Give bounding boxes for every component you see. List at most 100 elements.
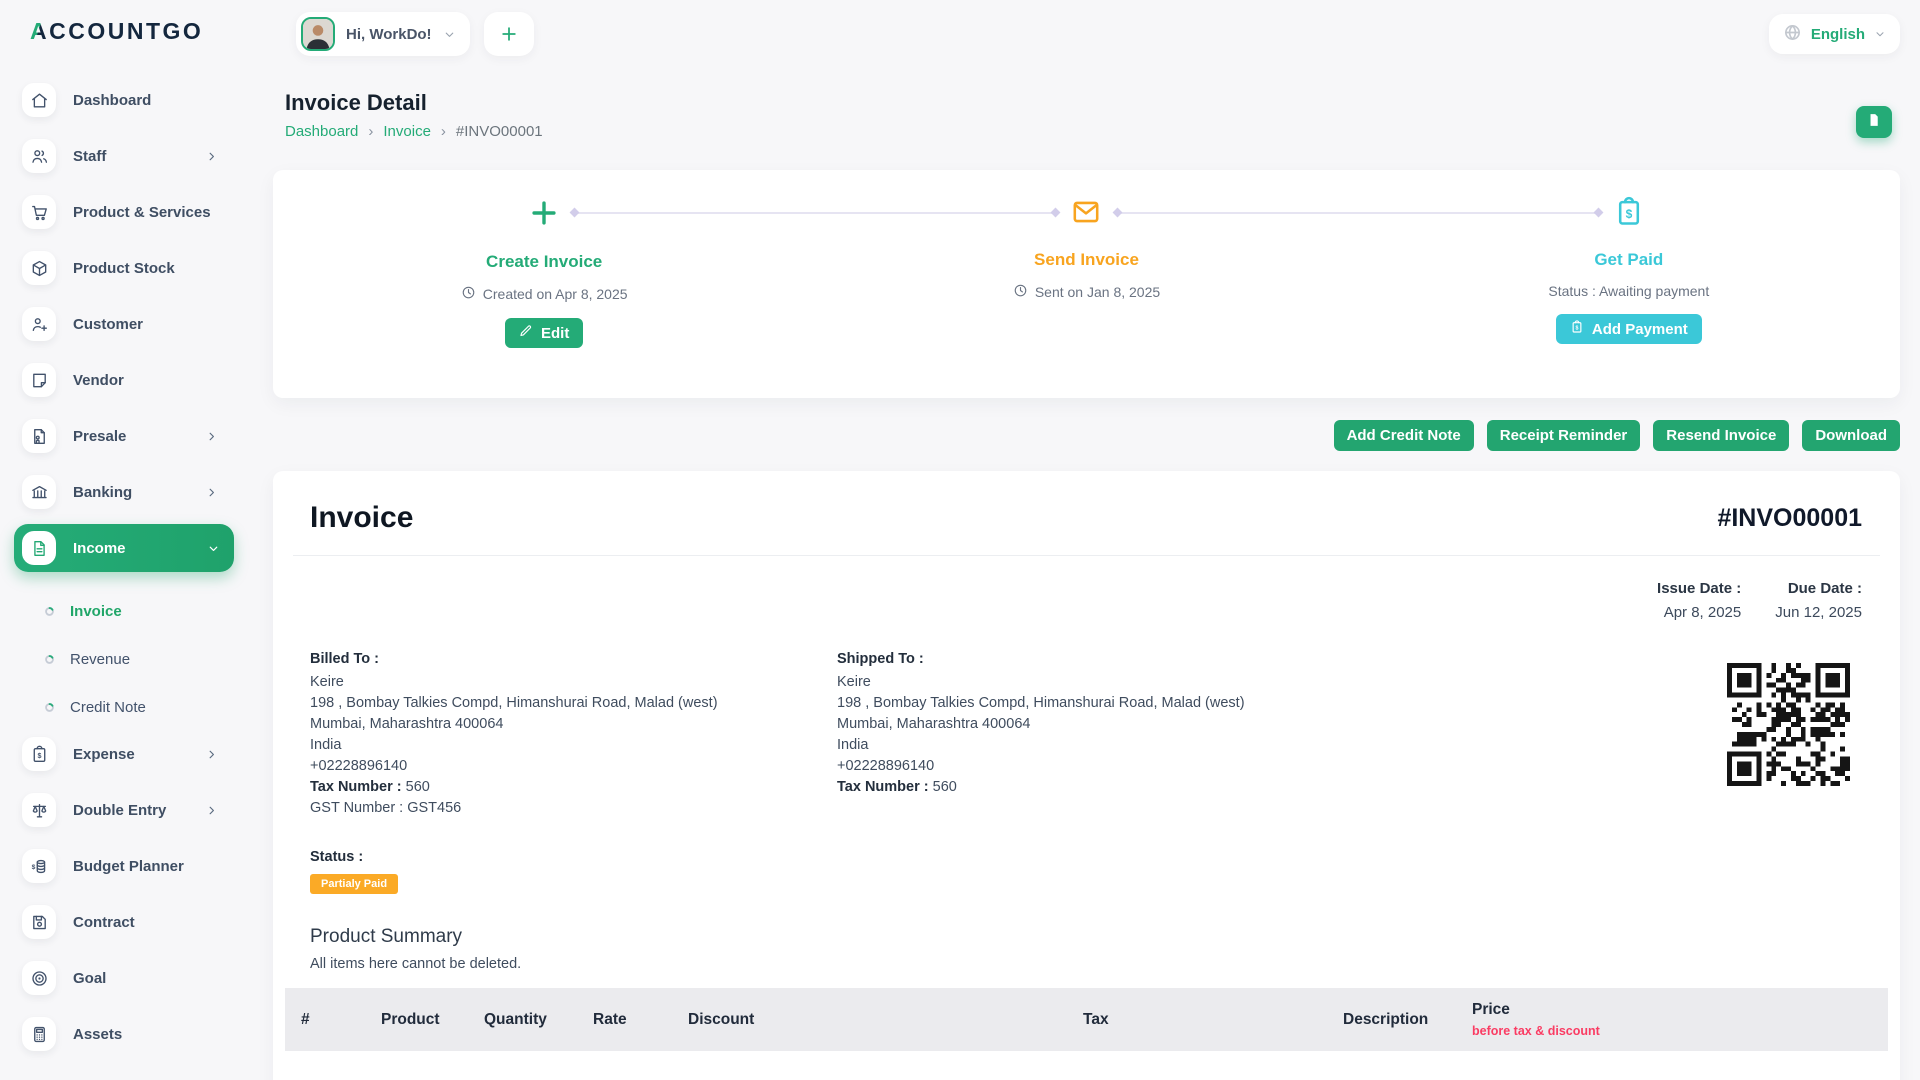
party-extra: GST Number : GST456 bbox=[310, 798, 837, 819]
sidebar-item-contract[interactable]: Contract bbox=[22, 905, 240, 939]
svg-text:$: $ bbox=[1625, 207, 1632, 221]
stepper-connector bbox=[1118, 212, 1598, 214]
sidebar-item-label: Income bbox=[73, 540, 126, 557]
step-meta: Sent on Jan 8, 2025 bbox=[1013, 283, 1160, 301]
column-header-product: Product bbox=[365, 988, 468, 1051]
breadcrumb-link-dashboard[interactable]: Dashboard bbox=[285, 123, 358, 140]
sidebar-item-dashboard[interactable]: Dashboard bbox=[22, 83, 240, 117]
column-header-discount: Discount bbox=[672, 988, 1067, 1051]
breadcrumb-current: #INVO00001 bbox=[456, 123, 543, 140]
sidebar-item-product-services[interactable]: Product & Services bbox=[22, 195, 240, 229]
chevron-right-icon bbox=[205, 804, 218, 817]
party-label: Shipped To : bbox=[837, 651, 1364, 667]
users-icon bbox=[22, 139, 56, 173]
sidebar-subitem-invoice[interactable]: Invoice bbox=[22, 587, 240, 635]
sidebar-subitem-credit-note[interactable]: Credit Note bbox=[22, 683, 240, 731]
issue-date-value: Apr 8, 2025 bbox=[1657, 604, 1741, 621]
mail-icon bbox=[1070, 196, 1102, 228]
user-menu[interactable]: Hi, WorkDo! bbox=[296, 12, 470, 56]
sidebar-item-presale[interactable]: Presale bbox=[22, 419, 240, 453]
chevron-down-icon bbox=[207, 542, 220, 555]
party-line: 198 , Bombay Talkies Compd, Himanshurai … bbox=[310, 693, 837, 714]
column-header-price: Pricebefore tax & discount bbox=[1456, 988, 1888, 1051]
bank-icon bbox=[22, 475, 56, 509]
sidebar-item-staff[interactable]: Staff bbox=[22, 139, 240, 173]
step-title: Get Paid bbox=[1594, 250, 1663, 270]
step-meta-text: Created on Apr 8, 2025 bbox=[483, 286, 628, 302]
sidebar-item-product-stock[interactable]: Product Stock bbox=[22, 251, 240, 285]
party-extra: Tax Number : 560 bbox=[310, 777, 837, 798]
sidebar-item-customer[interactable]: Customer bbox=[22, 307, 240, 341]
party-line: India bbox=[310, 735, 837, 756]
step-send-invoice: Send InvoiceSent on Jan 8, 2025 bbox=[815, 170, 1357, 398]
button-label: Add Payment bbox=[1592, 321, 1688, 338]
scales-icon bbox=[22, 793, 56, 827]
column-header-quantity: Quantity bbox=[468, 988, 577, 1051]
cell-rate: $150.00 bbox=[577, 1051, 672, 1080]
sidebar-item-label: Presale bbox=[73, 428, 126, 445]
step-get-paid: $Get PaidStatus : Awaiting payment$Add P… bbox=[1358, 170, 1900, 398]
sidebar-item-label: Double Entry bbox=[73, 802, 166, 819]
sidebar-item-label: Goal bbox=[73, 970, 106, 987]
resend-invoice-button[interactable]: Resend Invoice bbox=[1653, 420, 1789, 451]
cell-tax: CGST (5.5%)$8.25 bbox=[1067, 1051, 1327, 1080]
step-meta: Created on Apr 8, 2025 bbox=[461, 285, 628, 303]
invoice-dates: Issue Date : Apr 8, 2025 Due Date : Jun … bbox=[273, 556, 1900, 621]
app-logo[interactable]: ACCOUNTGO bbox=[30, 18, 240, 45]
sidebar-item-banking[interactable]: Banking bbox=[22, 475, 240, 509]
ring-icon bbox=[44, 654, 55, 665]
target-icon bbox=[22, 961, 56, 995]
language-label: English bbox=[1811, 26, 1865, 43]
column-header-: # bbox=[285, 988, 365, 1051]
page-title: Invoice Detail bbox=[285, 90, 1900, 116]
invoice-preview-button[interactable] bbox=[1856, 106, 1892, 138]
document-badge-icon bbox=[22, 419, 56, 453]
step-create-invoice: Create InvoiceCreated on Apr 8, 2025Edit bbox=[273, 170, 815, 398]
sidebar-submenu: Invoice RevenueCredit Note bbox=[22, 587, 240, 731]
chevron-right-icon bbox=[205, 748, 218, 761]
sidebar-item-vendor[interactable]: Vendor bbox=[22, 363, 240, 397]
sidebar-subitem-revenue[interactable]: Revenue bbox=[22, 635, 240, 683]
save-icon bbox=[22, 905, 56, 939]
sidebar-subitem-label: Invoice bbox=[70, 603, 122, 620]
chevron-down-icon bbox=[1874, 28, 1886, 40]
sidebar-item-goal[interactable]: Goal bbox=[22, 961, 240, 995]
party-line: Keire bbox=[837, 672, 1364, 693]
sidebar-item-label: Dashboard bbox=[73, 92, 151, 109]
sidebar-item-assets[interactable]: Assets bbox=[22, 1017, 240, 1051]
sidebar-nav: Dashboard Staff Product & Services Product … bbox=[0, 83, 240, 1051]
sidebar-item-budget-planner[interactable]: $Budget Planner bbox=[22, 849, 240, 883]
qr-wrap bbox=[1727, 651, 1850, 819]
sidebar-item-label: Contract bbox=[73, 914, 135, 931]
stepper-connector bbox=[575, 212, 1055, 214]
home-icon bbox=[22, 83, 56, 117]
logo-first-letter: A bbox=[30, 18, 49, 44]
sidebar-item-expense[interactable]: $Expense bbox=[22, 737, 240, 771]
download-button[interactable]: Download bbox=[1802, 420, 1900, 451]
sidebar-item-label: Expense bbox=[73, 746, 135, 763]
main-area: Hi, WorkDo! English Invoice Detail Dashb… bbox=[240, 0, 1920, 1080]
party-line: Keire bbox=[310, 672, 837, 693]
add-button[interactable] bbox=[484, 12, 534, 56]
sidebar-item-label: Staff bbox=[73, 148, 106, 165]
logo-text: CCOUNTGO bbox=[49, 18, 203, 44]
sidebar-item-label: Budget Planner bbox=[73, 858, 184, 875]
language-selector[interactable]: English bbox=[1769, 14, 1900, 54]
party-line: Mumbai, Maharashtra 400064 bbox=[310, 714, 837, 735]
add-credit-note-button[interactable]: Add Credit Note bbox=[1334, 420, 1474, 451]
calculator-icon bbox=[22, 1017, 56, 1051]
due-date-label: Due Date : bbox=[1775, 580, 1862, 597]
invoice-actions: Add Credit Note Receipt Reminder Resend In… bbox=[273, 420, 1900, 451]
cell-description: - bbox=[1327, 1051, 1456, 1080]
edit-button[interactable]: Edit bbox=[505, 318, 583, 348]
column-header-tax: Tax bbox=[1067, 988, 1327, 1051]
invoice-number: #INVO00001 bbox=[1717, 504, 1862, 533]
pencil-icon bbox=[519, 324, 533, 342]
chevron-right-icon bbox=[205, 430, 218, 443]
sidebar-item-double-entry[interactable]: Double Entry bbox=[22, 793, 240, 827]
ring-icon bbox=[44, 606, 55, 617]
receipt-reminder-button[interactable]: Receipt Reminder bbox=[1487, 420, 1641, 451]
breadcrumb-link-invoice[interactable]: Invoice bbox=[383, 123, 431, 140]
add-payment-button[interactable]: $Add Payment bbox=[1556, 314, 1702, 344]
sidebar-item-income[interactable]: Income bbox=[14, 524, 234, 572]
